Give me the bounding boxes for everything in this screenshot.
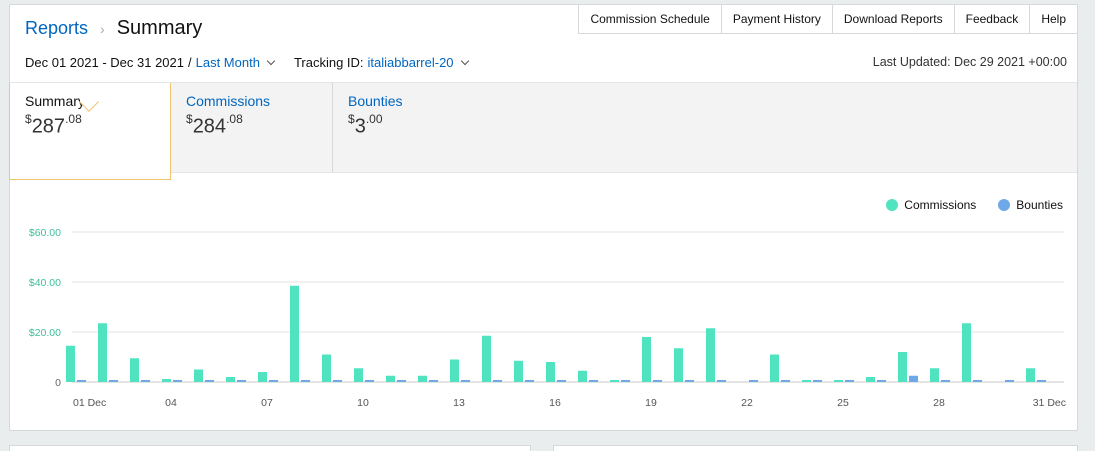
bar-bounties: [269, 380, 278, 382]
x-tick-label: 31 Dec: [1033, 397, 1066, 409]
bar-commissions: [930, 368, 939, 382]
bar-commissions: [770, 354, 779, 382]
bar-bounties: [589, 380, 598, 382]
bottom-card-right: [553, 445, 1078, 451]
bar-commissions: [834, 380, 843, 382]
y-tick-label: $20.00: [29, 327, 61, 339]
bar-bounties: [109, 380, 118, 382]
x-tick-label: 13: [453, 397, 465, 409]
bar-bounties: [941, 380, 950, 382]
bar-bounties: [237, 380, 246, 382]
bar-bounties: [525, 380, 534, 382]
bar-bounties: [365, 380, 374, 382]
bar-bounties: [781, 380, 790, 382]
bar-bounties: [973, 380, 982, 382]
bar-bounties: [493, 380, 502, 382]
bar-commissions: [322, 354, 331, 382]
bar-commissions: [610, 380, 619, 382]
bar-bounties: [1037, 380, 1046, 382]
bar-commissions: [194, 369, 203, 382]
bar-bounties: [845, 380, 854, 382]
bar-bounties: [877, 380, 886, 382]
bar-commissions: [674, 348, 683, 382]
bar-bounties: [205, 380, 214, 382]
y-tick-label: $40.00: [29, 277, 61, 289]
bar-commissions: [354, 368, 363, 382]
bar-bounties: [813, 380, 822, 382]
tab-summary-amount: $287.08: [25, 112, 82, 138]
bar-commissions: [386, 375, 395, 382]
summary-card: Reports › Summary Commission Schedule Pa…: [9, 4, 1078, 431]
x-tick-label: 01 Dec: [73, 397, 106, 409]
bar-commissions: [1026, 368, 1035, 382]
bar-bounties: [429, 380, 438, 382]
bar-commissions: [162, 379, 171, 382]
bar-commissions: [226, 377, 235, 382]
bar-commissions: [418, 375, 427, 382]
bar-commissions: [962, 323, 971, 382]
x-tick-label: 19: [645, 397, 657, 409]
bar-bounties: [909, 375, 918, 382]
bar-bounties: [1005, 380, 1014, 382]
bar-commissions: [642, 337, 651, 382]
bar-commissions: [290, 285, 299, 382]
bar-bounties: [461, 380, 470, 382]
bottom-card-left: [9, 445, 531, 451]
earnings-bar-chart: 0 $20.00 $40.00 $60.00 01 Dec 04 07 10 13 16 19 22 2…: [29, 227, 1066, 409]
y-tick-label: $60.00: [29, 227, 61, 239]
bar-commissions: [866, 377, 875, 382]
bar-commissions: [66, 345, 75, 382]
bar-commissions: [898, 352, 907, 382]
bar-bounties: [141, 380, 150, 382]
bar-bounties: [77, 380, 86, 382]
x-tick-label: 10: [357, 397, 369, 409]
bar-bounties: [557, 380, 566, 382]
bar-commissions: [546, 362, 555, 382]
x-tick-label: 16: [549, 397, 561, 409]
bar-bounties: [685, 380, 694, 382]
bar-bounties: [333, 380, 342, 382]
bar-bounties: [653, 380, 662, 382]
bar-bounties: [397, 380, 406, 382]
x-tick-label: 07: [261, 397, 273, 409]
x-tick-label: 28: [933, 397, 945, 409]
bar-commissions: [802, 380, 811, 382]
bar-bounties: [173, 380, 182, 382]
bar-bounties: [717, 380, 726, 382]
bar-commissions: [578, 370, 587, 382]
bar-bounties: [301, 380, 310, 382]
bar-commissions: [514, 360, 523, 382]
bar-commissions: [706, 328, 715, 382]
bar-commissions: [258, 372, 267, 382]
bar-commissions: [450, 359, 459, 382]
bar-commissions: [130, 358, 139, 382]
bar-bounties: [621, 380, 630, 382]
bar-commissions: [482, 335, 491, 382]
x-tick-label: 25: [837, 397, 849, 409]
bar-commissions: [98, 323, 107, 382]
x-tick-label: 22: [741, 397, 753, 409]
x-tick-label: 04: [165, 397, 177, 409]
y-tick-label: 0: [55, 377, 61, 389]
bar-bounties: [749, 380, 758, 382]
